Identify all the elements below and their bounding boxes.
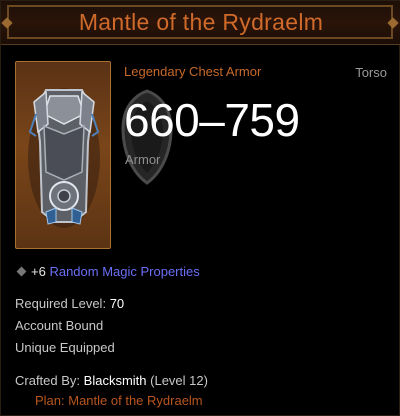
- required-level: Required Level: 70: [15, 296, 124, 311]
- crafter-name: Blacksmith: [83, 373, 147, 388]
- crafted-by-label: Crafted By:: [15, 373, 81, 388]
- item-tooltip: Mantle of the Rydraelm Legendary Chest A…: [0, 0, 400, 416]
- affix-label: Random Magic Properties: [49, 264, 200, 279]
- item-name: Mantle of the Rydraelm: [78, 9, 324, 35]
- tooltip-header: Mantle of the Rydraelm: [1, 1, 400, 45]
- chest-armor-icon: [28, 88, 100, 228]
- account-bound: Account Bound: [15, 318, 104, 333]
- affix-count: +6: [31, 264, 46, 279]
- crafting-plan: Plan: Mantle of the Rydraelm: [35, 393, 203, 408]
- armor-value: 660–759: [124, 94, 300, 146]
- item-slot: Torso: [355, 65, 387, 80]
- crafter-level: (Level 12): [150, 373, 208, 388]
- affix-bullet-icon: [16, 266, 27, 277]
- required-level-label: Required Level:: [15, 296, 107, 311]
- required-level-value: 70: [109, 296, 125, 311]
- item-type: Legendary Chest Armor: [124, 64, 262, 79]
- item-image-frame: [15, 61, 111, 249]
- crafted-by: Crafted By: Blacksmith (Level 12): [15, 373, 208, 388]
- armor-label: Armor: [125, 152, 161, 167]
- random-magic-properties: +6 Random Magic Properties: [15, 264, 200, 279]
- unique-equipped: Unique Equipped: [15, 340, 115, 355]
